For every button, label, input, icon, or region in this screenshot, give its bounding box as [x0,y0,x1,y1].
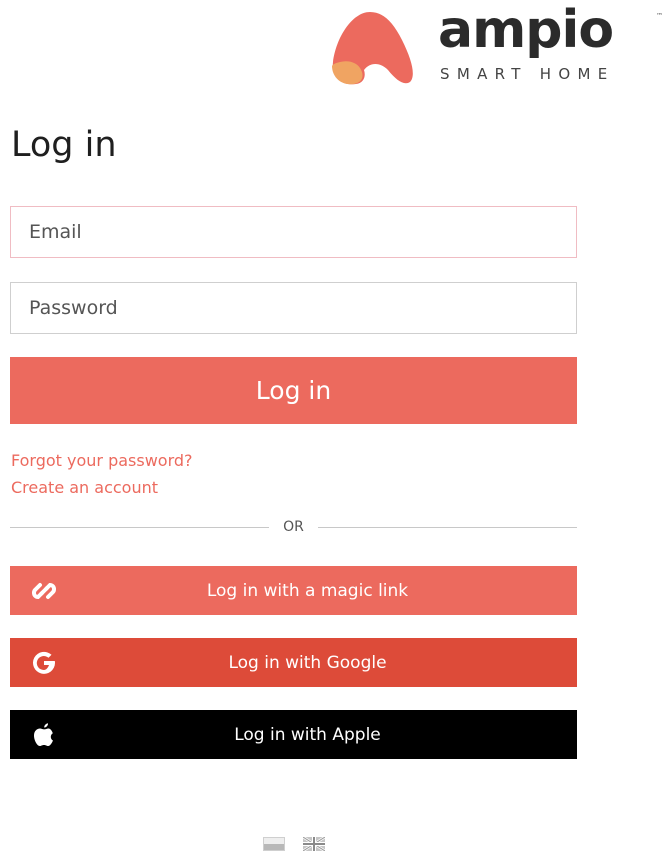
login-button-label: Log in [255,376,332,405]
uk-flag-icon[interactable] [303,837,325,851]
brand-tagline: SMART HOME [440,65,615,83]
language-switcher [263,837,325,851]
or-divider: OR [10,517,577,537]
login-button[interactable]: Log in [10,357,577,424]
brand-logo: ampio ™ SMART HOME [330,4,663,90]
apple-login-label: Log in with Apple [234,724,381,745]
brand-wordmark: ampio [438,0,614,60]
create-account-link[interactable]: Create an account [11,480,158,496]
google-icon [30,649,58,677]
page-title: Log in [11,125,117,165]
google-login-button[interactable]: Log in with Google [10,638,577,687]
apple-login-button[interactable]: Log in with Apple [10,710,577,759]
apple-icon [30,721,58,749]
email-field[interactable] [10,206,577,258]
divider-label: OR [283,519,304,535]
magic-link-button[interactable]: Log in with a magic link [10,566,577,615]
link-icon [30,577,58,605]
divider-line-left [10,527,269,528]
password-field[interactable] [10,282,577,334]
forgot-password-link[interactable]: Forgot your password? [11,453,193,469]
trademark-symbol: ™ [656,12,663,20]
magic-link-label: Log in with a magic link [206,580,409,601]
ampio-logo-icon [332,12,413,85]
divider-line-right [318,527,577,528]
google-login-label: Log in with Google [228,652,387,673]
poland-flag-icon[interactable] [263,837,285,851]
